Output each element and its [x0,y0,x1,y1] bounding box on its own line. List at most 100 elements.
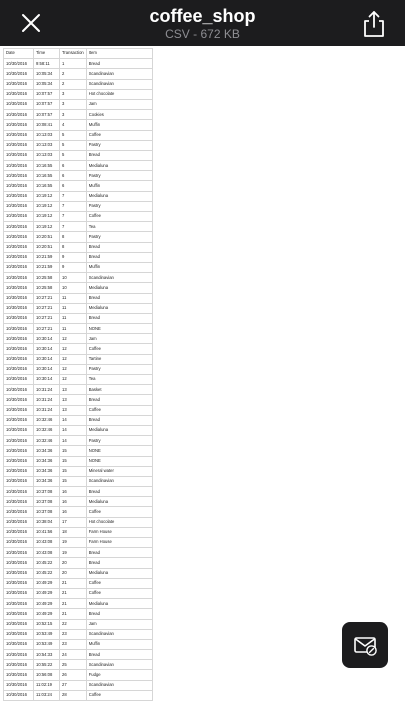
cell-transaction[interactable]: 26 [59,669,87,681]
cell-date[interactable]: 10/30/2016 [3,312,34,325]
cell-time[interactable]: 10:27:21 [33,312,60,325]
cell-item[interactable]: Muffin [85,261,153,274]
cell-transaction[interactable]: 9 [59,251,87,263]
cell-item[interactable]: Muffin [85,638,153,651]
close-button[interactable] [18,10,44,36]
cell-transaction[interactable]: 15 [59,475,87,488]
cell-date[interactable]: 10/30/2016 [3,129,34,141]
cell-date[interactable]: 10/30/2016 [3,526,34,539]
cell-time[interactable]: 10:41:56 [33,526,60,539]
cell-item[interactable]: Medialuna [85,424,153,437]
cell-item[interactable]: Bread [85,292,153,304]
cell-date[interactable]: 10/30/2016 [3,98,34,111]
cell-transaction[interactable]: 10 [59,272,87,284]
cell-date[interactable]: 10/30/2016 [3,608,34,620]
cell-transaction[interactable]: 21 [59,608,87,620]
cell-date[interactable]: 10/30/2016 [3,292,34,304]
cell-date[interactable]: 10/30/2016 [3,435,34,447]
cell-item[interactable]: Coffee [85,506,153,518]
cell-date[interactable]: 10/30/2016 [3,424,34,437]
cell-date[interactable]: 10/30/2016 [3,679,34,691]
cell-item[interactable]: Tea [85,373,153,386]
cell-transaction[interactable]: 2 [59,68,87,80]
cell-date[interactable]: 10/30/2016 [3,506,34,518]
cell-item[interactable]: Pastry [85,435,153,447]
header-cell-transaction[interactable]: Transaction [59,47,87,60]
cell-transaction[interactable]: 14 [59,435,87,447]
cell-time[interactable]: 10:34:36 [33,445,60,457]
cell-date[interactable]: 10/30/2016 [3,373,34,386]
cell-item[interactable]: Bread [85,486,153,498]
cell-date[interactable]: 10/30/2016 [3,353,34,365]
cell-transaction[interactable]: 15 [59,455,87,467]
header-cell-time[interactable]: Time [33,47,60,60]
cell-time[interactable]: 10:19:12 [33,200,60,213]
cell-item[interactable]: Medialuna [85,190,153,202]
cell-time[interactable]: 10:16:55 [33,180,60,192]
cell-time[interactable]: 10:32:46 [33,424,60,437]
cell-transaction[interactable]: 27 [59,679,87,691]
cell-time[interactable]: 10:37:08 [33,496,60,508]
cell-item[interactable]: Bread [85,608,153,620]
cell-item[interactable]: Coffee [85,210,153,223]
cell-date[interactable]: 10/30/2016 [3,404,34,416]
cell-time[interactable]: 10:49:29 [33,587,60,600]
cell-item[interactable]: Bread [85,557,153,569]
cell-item[interactable]: Coffee [85,343,153,355]
cell-date[interactable]: 10/30/2016 [3,659,34,671]
cell-date[interactable]: 10/30/2016 [3,455,34,467]
cell-item[interactable]: Muffin [85,180,153,192]
cell-time[interactable]: 10:53:49 [33,638,60,651]
cell-item[interactable]: Scandinavian [85,475,153,488]
cell-date[interactable]: 10/30/2016 [3,598,34,610]
cell-item[interactable]: Coffee [85,404,153,416]
cell-transaction[interactable]: 10 [59,282,87,294]
cell-time[interactable]: 10:34:36 [33,475,60,488]
cell-transaction[interactable]: 12 [59,373,87,386]
cell-time[interactable]: 10:30:14 [33,343,60,355]
cell-transaction[interactable]: 20 [59,567,87,579]
cell-date[interactable]: 10/30/2016 [3,445,34,457]
cell-date[interactable]: 10/30/2016 [3,496,34,508]
cell-transaction[interactable]: 11 [59,302,87,314]
cell-time[interactable]: 10:19:12 [33,210,60,223]
cell-time[interactable]: 10:49:29 [33,608,60,620]
cell-item[interactable]: Coffee [85,129,153,141]
cell-transaction[interactable]: 3 [59,98,87,111]
cell-item[interactable]: Bread [85,547,153,559]
cell-transaction[interactable]: 7 [59,210,87,223]
cell-item[interactable]: Mineral water [85,465,153,477]
cell-time[interactable]: 10:38:04 [33,516,60,528]
cell-time[interactable]: 10:45:22 [33,567,60,579]
cell-item[interactable]: Bread [85,149,153,162]
cell-time[interactable]: 10:55:22 [33,659,60,671]
cell-time[interactable]: 10:37:08 [33,486,60,498]
cell-transaction[interactable]: 13 [59,384,87,396]
cell-item[interactable]: Pastry [85,363,153,376]
cell-date[interactable]: 10/30/2016 [3,577,34,589]
cell-transaction[interactable]: 19 [59,536,87,549]
cell-transaction[interactable]: 28 [59,689,87,701]
cell-time[interactable]: 10:32:46 [33,414,60,426]
cell-transaction[interactable]: 14 [59,424,87,437]
cell-item[interactable]: Tartine [85,353,153,365]
cell-time[interactable]: 10:34:36 [33,455,60,467]
cell-date[interactable]: 10/30/2016 [3,190,34,202]
cell-item[interactable]: Coffee [85,577,153,589]
cell-transaction[interactable]: 23 [59,638,87,651]
cell-item[interactable]: Pastry [85,231,153,243]
cell-time[interactable]: 10:20:51 [33,241,60,253]
cell-transaction[interactable]: 16 [59,506,87,518]
cell-transaction[interactable]: 25 [59,659,87,671]
cell-date[interactable]: 10/30/2016 [3,210,34,223]
cell-transaction[interactable]: 16 [59,496,87,508]
cell-time[interactable]: 10:13:03 [33,149,60,162]
cell-time[interactable]: 10:07:57 [33,98,60,111]
cell-item[interactable]: Farm House [85,536,153,549]
cell-item[interactable]: Scandinavian [85,272,153,284]
cell-date[interactable]: 10/30/2016 [3,200,34,213]
cell-time[interactable]: 10:56:08 [33,669,60,681]
cell-time[interactable]: 10:19:12 [33,221,60,233]
cell-time[interactable]: 10:21:59 [33,251,60,263]
cell-date[interactable]: 10/30/2016 [3,139,34,151]
